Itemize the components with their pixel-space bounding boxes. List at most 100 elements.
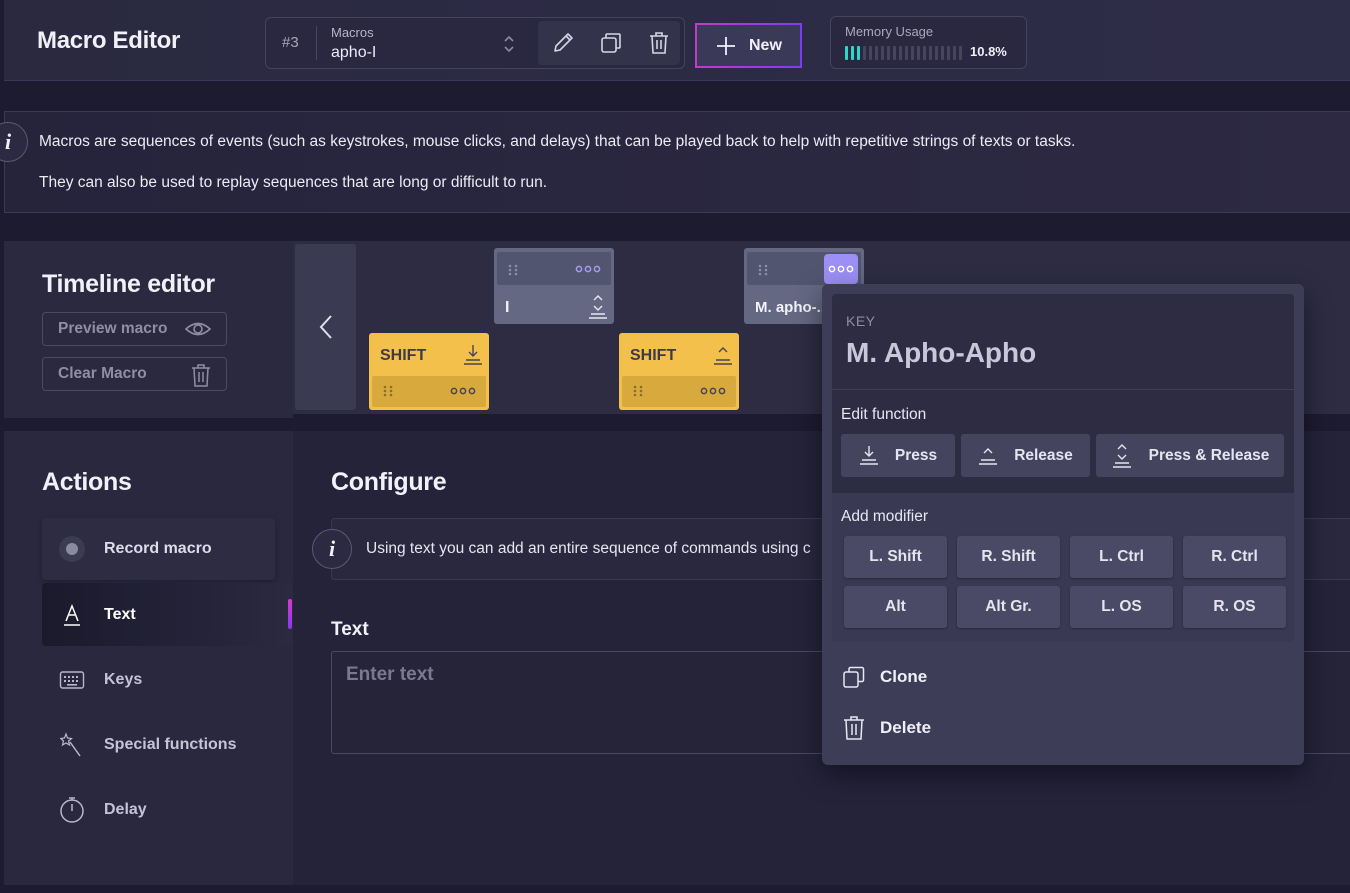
modifier-l-shift[interactable]: L. Shift bbox=[844, 536, 947, 578]
clone-button[interactable]: Clone bbox=[842, 665, 927, 689]
press-icon bbox=[464, 345, 482, 365]
block-handle-bar[interactable] bbox=[622, 376, 736, 407]
macro-selector-value: apho-I bbox=[331, 44, 377, 61]
memory-bar-segment bbox=[917, 46, 920, 60]
press-release-label: Press & Release bbox=[1148, 446, 1270, 464]
action-special-functions[interactable]: Special functions bbox=[42, 714, 275, 776]
popup-body: Edit function Press Release Press & Rele… bbox=[832, 389, 1294, 642]
timeline-block-modifier[interactable]: SHIFT bbox=[369, 333, 489, 410]
memory-bar-segment bbox=[911, 46, 914, 60]
modifier-alt-gr[interactable]: Alt Gr. bbox=[957, 586, 1060, 628]
new-macro-button[interactable]: New bbox=[695, 23, 802, 68]
press-button[interactable]: Press bbox=[841, 434, 955, 477]
chevron-left-icon bbox=[319, 315, 332, 339]
block-handle-bar[interactable] bbox=[747, 252, 861, 285]
release-label: Release bbox=[1014, 446, 1073, 464]
action-keys[interactable]: Keys bbox=[42, 649, 275, 711]
press-icon bbox=[859, 445, 878, 465]
memory-bar-segment bbox=[905, 46, 908, 60]
press-release-icon bbox=[1112, 443, 1131, 468]
memory-bar-segment bbox=[845, 46, 848, 60]
memory-bar-segment bbox=[935, 46, 938, 60]
actions-title: Actions bbox=[42, 468, 132, 496]
configure-title: Configure bbox=[331, 468, 447, 496]
press-label: Press bbox=[894, 446, 938, 464]
keyboard-icon bbox=[58, 666, 86, 694]
more-options-button-active[interactable] bbox=[824, 254, 858, 284]
macro-selector-label: Macros bbox=[331, 25, 374, 40]
info-banner: i Macros are sequences of events (such a… bbox=[0, 111, 1350, 213]
memory-bar-segment bbox=[857, 46, 860, 60]
timeline-block-label: SHIFT bbox=[380, 347, 427, 364]
action-record-macro[interactable]: Record macro bbox=[42, 518, 275, 580]
clone-icon bbox=[843, 666, 865, 688]
modifier-l-ctrl[interactable]: L. Ctrl bbox=[1070, 536, 1173, 578]
macro-number: #3 bbox=[282, 34, 299, 51]
press-release-button[interactable]: Press & Release bbox=[1096, 434, 1284, 477]
actions-panel: Actions Record macro Text Keys Special f… bbox=[4, 431, 293, 885]
drag-handle-icon[interactable] bbox=[508, 264, 518, 276]
modifier-r-ctrl[interactable]: R. Ctrl bbox=[1183, 536, 1286, 578]
text-field-label: Text bbox=[331, 619, 369, 640]
clear-macro-button[interactable]: Clear Macro bbox=[42, 357, 227, 391]
key-options-popup: KEY M. Apho-Apho Edit function Press Rel… bbox=[822, 284, 1304, 765]
eye-icon bbox=[184, 322, 212, 336]
add-modifier-label: Add modifier bbox=[841, 508, 929, 525]
timeline-block-label: I bbox=[505, 299, 510, 316]
popup-key-label: KEY bbox=[846, 313, 876, 329]
clear-macro-label: Clear Macro bbox=[58, 365, 147, 382]
memory-usage-bar bbox=[845, 46, 962, 60]
stopwatch-icon bbox=[58, 796, 86, 824]
preview-macro-button[interactable]: Preview macro bbox=[42, 312, 227, 346]
trash-icon[interactable] bbox=[645, 29, 673, 57]
timeline-back-button[interactable] bbox=[295, 244, 356, 410]
info-icon: i bbox=[312, 529, 352, 569]
memory-bar-segment bbox=[881, 46, 884, 60]
macro-selector[interactable]: #3 Macros apho-I bbox=[265, 17, 685, 69]
press-release-icon bbox=[589, 295, 607, 319]
modifier-l-os[interactable]: L. OS bbox=[1070, 586, 1173, 628]
duplicate-icon[interactable] bbox=[597, 29, 625, 57]
text-icon bbox=[58, 601, 86, 629]
memory-bar-segment bbox=[869, 46, 872, 60]
more-options-icon[interactable] bbox=[700, 387, 726, 395]
delete-label: Delete bbox=[880, 718, 932, 737]
more-options-icon[interactable] bbox=[575, 265, 601, 273]
release-button[interactable]: Release bbox=[961, 434, 1090, 477]
modifier-alt[interactable]: Alt bbox=[844, 586, 947, 628]
memory-bar-segment bbox=[887, 46, 890, 60]
release-icon bbox=[714, 347, 732, 365]
modifier-section: Add modifier L. Shift R. Shift L. Ctrl R… bbox=[832, 493, 1294, 642]
memory-bar-segment bbox=[875, 46, 878, 60]
action-label: Special functions bbox=[104, 736, 237, 753]
memory-usage-label: Memory Usage bbox=[845, 24, 934, 39]
record-icon bbox=[58, 535, 86, 563]
drag-handle-icon[interactable] bbox=[758, 264, 768, 276]
block-handle-bar[interactable] bbox=[372, 376, 486, 407]
action-delay[interactable]: Delay bbox=[42, 779, 275, 841]
timeline-block-key[interactable]: I bbox=[494, 248, 614, 324]
release-icon bbox=[979, 447, 998, 465]
drag-handle-icon[interactable] bbox=[383, 385, 393, 397]
memory-bar-segment bbox=[941, 46, 944, 60]
trash-icon bbox=[844, 716, 864, 740]
drag-handle-icon[interactable] bbox=[633, 385, 643, 397]
info-icon: i bbox=[0, 122, 28, 162]
action-text[interactable]: Text bbox=[42, 583, 293, 646]
edit-pencil-icon[interactable] bbox=[549, 29, 577, 57]
popup-key-name: M. Apho-Apho bbox=[846, 337, 1037, 368]
info-text-line-2: They can also be used to replay sequence… bbox=[39, 174, 548, 191]
memory-bar-segment bbox=[863, 46, 866, 60]
memory-usage-value: 10.8% bbox=[970, 44, 1007, 59]
delete-button[interactable]: Delete bbox=[842, 715, 931, 741]
more-options-icon[interactable] bbox=[450, 387, 476, 395]
modifier-r-os[interactable]: R. OS bbox=[1183, 586, 1286, 628]
timeline-editor-panel: Timeline editor Preview macro Clear Macr… bbox=[4, 241, 293, 418]
chevron-up-down-icon[interactable] bbox=[502, 32, 516, 56]
block-handle-bar[interactable] bbox=[497, 252, 611, 285]
clone-label: Clone bbox=[880, 667, 928, 686]
memory-bar-segment bbox=[893, 46, 896, 60]
memory-usage-panel: Memory Usage 10.8% bbox=[830, 16, 1027, 69]
modifier-r-shift[interactable]: R. Shift bbox=[957, 536, 1060, 578]
timeline-block-modifier[interactable]: SHIFT bbox=[619, 333, 739, 410]
